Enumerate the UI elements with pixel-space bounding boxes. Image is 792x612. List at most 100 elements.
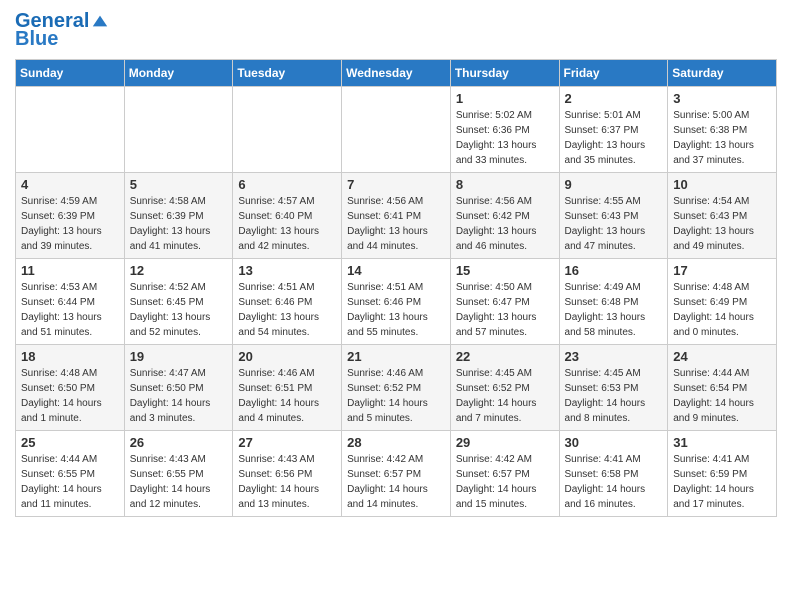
- day-number: 26: [130, 435, 228, 450]
- day-info: Sunrise: 4:41 AM Sunset: 6:59 PM Dayligh…: [673, 452, 771, 512]
- day-cell: 23 Sunrise: 4:45 AM Sunset: 6:53 PM Dayli…: [559, 345, 668, 431]
- day-cell: [124, 87, 233, 173]
- day-info: Sunrise: 4:48 AM Sunset: 6:50 PM Dayligh…: [21, 366, 119, 426]
- day-info: Sunrise: 4:49 AM Sunset: 6:48 PM Dayligh…: [565, 280, 663, 340]
- day-info: Sunrise: 4:44 AM Sunset: 6:54 PM Dayligh…: [673, 366, 771, 426]
- day-number: 28: [347, 435, 445, 450]
- day-number: 27: [238, 435, 336, 450]
- day-cell: 22Sunrise: 4:45 AM Sunset: 6:52 PM Dayli…: [450, 345, 559, 431]
- day-number: 16: [565, 263, 663, 278]
- day-info: Sunrise: 4:46 AM Sunset: 6:52 PM Dayligh…: [347, 366, 445, 426]
- day-info: Sunrise: 4:47 AM Sunset: 6:50 PM Dayligh…: [130, 366, 228, 426]
- week-row-3: 11Sunrise: 4:53 AM Sunset: 6:44 PM Dayli…: [16, 259, 777, 345]
- day-info: Sunrise: 4:42 AM Sunset: 6:57 PM Dayligh…: [347, 452, 445, 512]
- day-cell: 10Sunrise: 4:54 AM Sunset: 6:43 PM Dayli…: [668, 173, 777, 259]
- logo-icon: [91, 12, 109, 30]
- day-cell: 13 Sunrise: 4:51 AM Sunset: 6:46 PM Dayli…: [233, 259, 342, 345]
- day-info: Sunrise: 4:45 AM Sunset: 6:53 PM Dayligh…: [565, 366, 663, 426]
- day-header-tuesday: Tuesday: [233, 60, 342, 87]
- day-number: 20: [238, 349, 336, 364]
- day-number: 13: [238, 263, 336, 278]
- day-number: 1: [456, 91, 554, 106]
- day-cell: 16 Sunrise: 4:49 AM Sunset: 6:48 PM Dayli…: [559, 259, 668, 345]
- day-cell: 20 Sunrise: 4:46 AM Sunset: 6:51 PM Dayli…: [233, 345, 342, 431]
- day-number: 24: [673, 349, 771, 364]
- day-info: Sunrise: 4:44 AM Sunset: 6:55 PM Dayligh…: [21, 452, 119, 512]
- day-number: 25: [21, 435, 119, 450]
- day-info: Sunrise: 4:56 AM Sunset: 6:41 PM Dayligh…: [347, 194, 445, 254]
- day-number: 14: [347, 263, 445, 278]
- day-info: Sunrise: 4:43 AM Sunset: 6:55 PM Dayligh…: [130, 452, 228, 512]
- day-cell: 18 Sunrise: 4:48 AM Sunset: 6:50 PM Dayli…: [16, 345, 125, 431]
- day-info: Sunrise: 4:57 AM Sunset: 6:40 PM Dayligh…: [238, 194, 336, 254]
- day-cell: 21 Sunrise: 4:46 AM Sunset: 6:52 PM Dayli…: [342, 345, 451, 431]
- day-cell: 9Sunrise: 4:55 AM Sunset: 6:43 PM Daylig…: [559, 173, 668, 259]
- day-cell: [233, 87, 342, 173]
- day-header-wednesday: Wednesday: [342, 60, 451, 87]
- calendar-table: SundayMondayTuesdayWednesdayThursdayFrid…: [15, 59, 777, 517]
- day-cell: 29Sunrise: 4:42 AM Sunset: 6:57 PM Dayli…: [450, 431, 559, 517]
- day-cell: 17 Sunrise: 4:48 AM Sunset: 6:49 PM Dayli…: [668, 259, 777, 345]
- day-info: Sunrise: 4:58 AM Sunset: 6:39 PM Dayligh…: [130, 194, 228, 254]
- day-cell: 1 Sunrise: 5:02 AM Sunset: 6:36 PM Daylig…: [450, 87, 559, 173]
- day-info: Sunrise: 5:01 AM Sunset: 6:37 PM Dayligh…: [565, 108, 663, 168]
- day-info: Sunrise: 4:59 AM Sunset: 6:39 PM Dayligh…: [21, 194, 119, 254]
- day-cell: 8 Sunrise: 4:56 AM Sunset: 6:42 PM Daylig…: [450, 173, 559, 259]
- week-row-2: 4 Sunrise: 4:59 AM Sunset: 6:39 PM Daylig…: [16, 173, 777, 259]
- day-header-sunday: Sunday: [16, 60, 125, 87]
- week-row-1: 1 Sunrise: 5:02 AM Sunset: 6:36 PM Daylig…: [16, 87, 777, 173]
- day-cell: 5 Sunrise: 4:58 AM Sunset: 6:39 PM Daylig…: [124, 173, 233, 259]
- day-info: Sunrise: 4:42 AM Sunset: 6:57 PM Dayligh…: [456, 452, 554, 512]
- day-cell: 2 Sunrise: 5:01 AM Sunset: 6:37 PM Daylig…: [559, 87, 668, 173]
- day-cell: 3 Sunrise: 5:00 AM Sunset: 6:38 PM Daylig…: [668, 87, 777, 173]
- day-header-thursday: Thursday: [450, 60, 559, 87]
- day-cell: 25 Sunrise: 4:44 AM Sunset: 6:55 PM Dayli…: [16, 431, 125, 517]
- day-number: 6: [238, 177, 336, 192]
- day-cell: 24 Sunrise: 4:44 AM Sunset: 6:54 PM Dayli…: [668, 345, 777, 431]
- day-info: Sunrise: 4:41 AM Sunset: 6:58 PM Dayligh…: [565, 452, 663, 512]
- day-cell: 4 Sunrise: 4:59 AM Sunset: 6:39 PM Daylig…: [16, 173, 125, 259]
- day-cell: 31 Sunrise: 4:41 AM Sunset: 6:59 PM Dayli…: [668, 431, 777, 517]
- day-cell: 27 Sunrise: 4:43 AM Sunset: 6:56 PM Dayli…: [233, 431, 342, 517]
- day-number: 15: [456, 263, 554, 278]
- day-cell: 14 Sunrise: 4:51 AM Sunset: 6:46 PM Dayli…: [342, 259, 451, 345]
- day-cell: 30 Sunrise: 4:41 AM Sunset: 6:58 PM Dayli…: [559, 431, 668, 517]
- header: General Blue: [15, 10, 777, 51]
- day-number: 23: [565, 349, 663, 364]
- day-info: Sunrise: 4:52 AM Sunset: 6:45 PM Dayligh…: [130, 280, 228, 340]
- day-number: 30: [565, 435, 663, 450]
- day-cell: 26 Sunrise: 4:43 AM Sunset: 6:55 PM Dayli…: [124, 431, 233, 517]
- day-number: 5: [130, 177, 228, 192]
- day-number: 2: [565, 91, 663, 106]
- day-number: 21: [347, 349, 445, 364]
- day-info: Sunrise: 4:51 AM Sunset: 6:46 PM Dayligh…: [238, 280, 336, 340]
- page-container: General Blue SundayMondayTuesdayWednesda…: [0, 0, 792, 533]
- day-info: Sunrise: 4:48 AM Sunset: 6:49 PM Dayligh…: [673, 280, 771, 340]
- day-number: 31: [673, 435, 771, 450]
- day-cell: 7Sunrise: 4:56 AM Sunset: 6:41 PM Daylig…: [342, 173, 451, 259]
- day-info: Sunrise: 5:00 AM Sunset: 6:38 PM Dayligh…: [673, 108, 771, 168]
- day-info: Sunrise: 4:51 AM Sunset: 6:46 PM Dayligh…: [347, 280, 445, 340]
- day-number: 17: [673, 263, 771, 278]
- day-number: 19: [130, 349, 228, 364]
- day-cell: 15 Sunrise: 4:50 AM Sunset: 6:47 PM Dayli…: [450, 259, 559, 345]
- day-cell: [342, 87, 451, 173]
- week-row-5: 25 Sunrise: 4:44 AM Sunset: 6:55 PM Dayli…: [16, 431, 777, 517]
- day-info: Sunrise: 4:45 AM Sunset: 6:52 PM Dayligh…: [456, 366, 554, 426]
- day-header-friday: Friday: [559, 60, 668, 87]
- day-header-saturday: Saturday: [668, 60, 777, 87]
- day-number: 8: [456, 177, 554, 192]
- day-header-monday: Monday: [124, 60, 233, 87]
- day-number: 4: [21, 177, 119, 192]
- day-info: Sunrise: 4:43 AM Sunset: 6:56 PM Dayligh…: [238, 452, 336, 512]
- day-info: Sunrise: 4:56 AM Sunset: 6:42 PM Dayligh…: [456, 194, 554, 254]
- day-cell: 6 Sunrise: 4:57 AM Sunset: 6:40 PM Daylig…: [233, 173, 342, 259]
- day-cell: [16, 87, 125, 173]
- day-info: Sunrise: 5:02 AM Sunset: 6:36 PM Dayligh…: [456, 108, 554, 168]
- day-number: 10: [673, 177, 771, 192]
- day-number: 3: [673, 91, 771, 106]
- day-cell: 11Sunrise: 4:53 AM Sunset: 6:44 PM Dayli…: [16, 259, 125, 345]
- day-info: Sunrise: 4:46 AM Sunset: 6:51 PM Dayligh…: [238, 366, 336, 426]
- day-number: 18: [21, 349, 119, 364]
- day-info: Sunrise: 4:50 AM Sunset: 6:47 PM Dayligh…: [456, 280, 554, 340]
